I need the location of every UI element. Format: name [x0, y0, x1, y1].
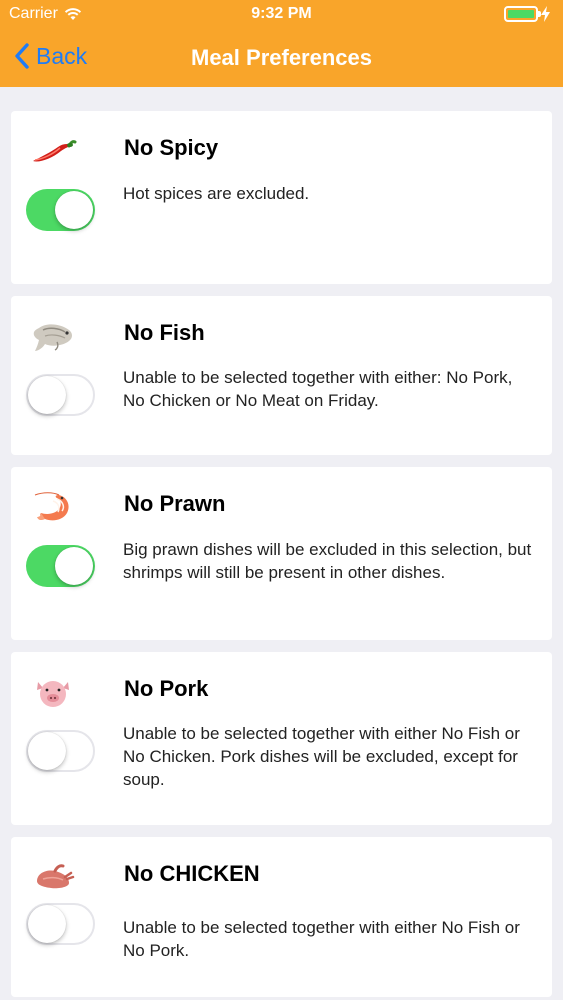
preference-card-no-pork: No Pork Unable to be selected together w…: [11, 652, 552, 825]
charging-bolt-icon: [541, 6, 550, 22]
preference-description: Big prawn dishes will be excluded in thi…: [123, 540, 532, 582]
page-title: Meal Preferences: [191, 45, 372, 70]
no-spicy-toggle[interactable]: [26, 189, 95, 231]
no-prawn-toggle[interactable]: [26, 545, 95, 587]
chicken-icon: [37, 864, 75, 889]
status-bar: Carrier 9:32 PM: [0, 0, 563, 30]
preference-description: Hot spices are excluded.: [123, 184, 310, 203]
preference-title: No Fish: [124, 320, 205, 345]
no-chicken-toggle[interactable]: [26, 903, 95, 945]
no-fish-toggle[interactable]: [26, 374, 95, 416]
toggle-knob: [28, 376, 66, 414]
pig-icon: [37, 681, 69, 707]
status-time: 9:32 PM: [251, 5, 312, 22]
preference-description: Unable to be selected together with eith…: [123, 724, 520, 789]
battery-indicator: [504, 6, 550, 22]
preference-description: Unable to be selected together with eith…: [123, 368, 513, 410]
toggle-knob: [28, 905, 66, 943]
preference-card-no-prawn: No Prawn Big prawn dishes will be exclud…: [11, 467, 552, 640]
top-bar: Carrier 9:32 PM Back Meal Preferences: [0, 0, 563, 87]
prawn-icon: [34, 492, 69, 521]
no-pork-toggle[interactable]: [26, 730, 95, 772]
toggle-knob: [28, 732, 66, 770]
preference-title: No Pork: [124, 676, 209, 701]
meal-preferences-screen: Carrier 9:32 PM Back Meal Preferences No…: [0, 0, 563, 1000]
preference-title: No CHICKEN: [124, 861, 260, 886]
preference-description: Unable to be selected together with eith…: [123, 918, 520, 960]
preference-card-no-spicy: No Spicy Hot spices are excluded.: [11, 111, 552, 284]
preference-card-no-chicken: No CHICKEN Unable to be selected togethe…: [11, 837, 552, 997]
preference-title: No Prawn: [124, 491, 226, 516]
fish-icon: [33, 324, 72, 351]
preference-card-no-fish: No Fish Unable to be selected together w…: [11, 296, 552, 455]
toggle-knob: [55, 191, 93, 229]
preference-title: No Spicy: [124, 135, 219, 160]
battery-icon: [504, 6, 541, 22]
chili-pepper-icon: [33, 140, 77, 162]
toggle-knob: [55, 547, 93, 585]
navigation-bar: Back Meal Preferences: [0, 30, 563, 87]
